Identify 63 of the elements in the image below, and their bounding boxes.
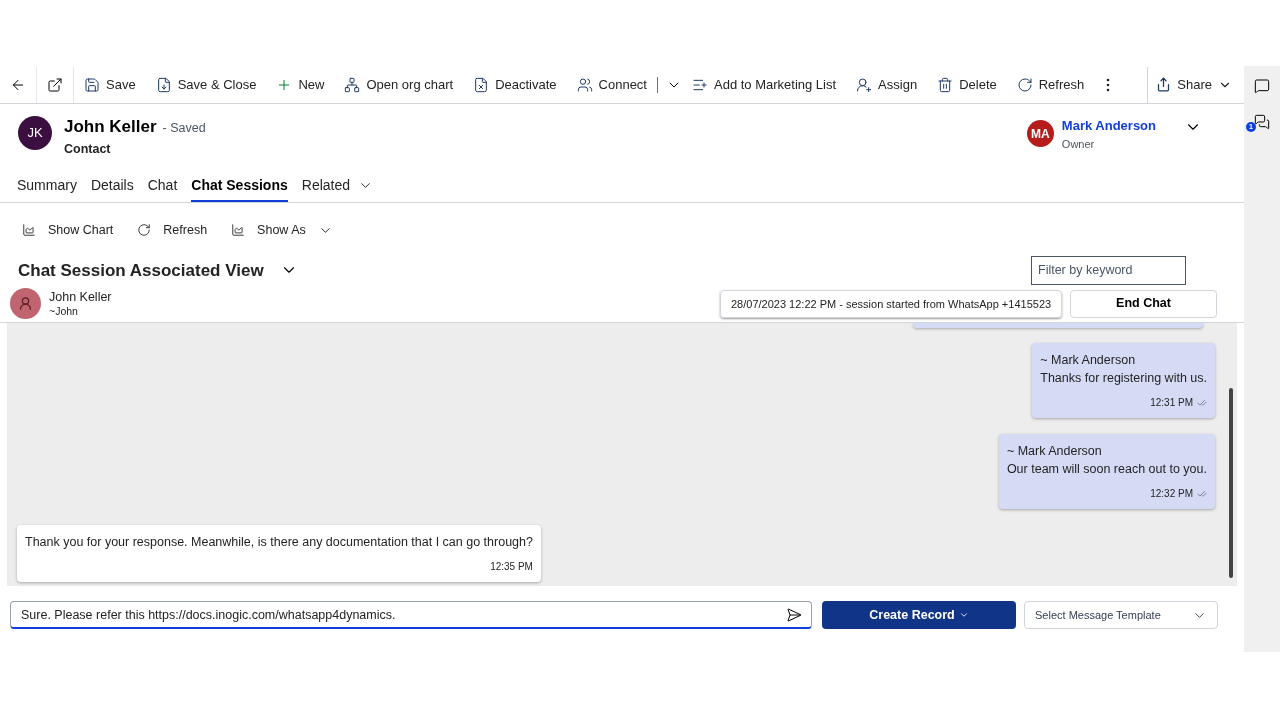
toolbar-button[interactable]: Save & Close <box>145 66 267 103</box>
filter-field[interactable]: Filter by keyword <box>1031 255 1186 285</box>
people-icon <box>576 76 593 93</box>
toolbar-button[interactable]: Delete <box>927 66 1007 103</box>
chat-icon[interactable] <box>1254 78 1270 94</box>
popout-icon <box>47 76 63 93</box>
owner-avatar: MA <box>1026 120 1054 147</box>
toolbar-button[interactable]: New <box>266 66 335 103</box>
person-icon <box>18 296 33 312</box>
toolbar-button[interactable]: Add to Marketing List <box>682 66 847 103</box>
tab[interactable]: Chat Sessions <box>191 170 288 203</box>
view-title: Chat Session Associated View <box>18 259 264 282</box>
message-input[interactable]: Sure. Please refer this https://docs.inogic.com/whatsapp4dynamics. <box>10 601 812 630</box>
toolbar-button[interactable]: Save <box>74 66 146 103</box>
tab[interactable]: Chat <box>147 170 178 203</box>
record-title: John Keller <box>64 116 157 138</box>
message-text: Thanks for registering with us. <box>1040 370 1207 388</box>
toolbar-button[interactable]: Connect <box>566 66 657 103</box>
message-time: 12:32 PM <box>1150 487 1193 502</box>
popout-button[interactable] <box>36 66 74 103</box>
tab[interactable]: Details <box>90 170 134 203</box>
contact-name: John Keller <box>49 289 112 304</box>
document-blocked-icon <box>473 76 490 93</box>
view-toolbar-button[interactable]: Show As <box>223 220 341 240</box>
save-close-icon <box>155 76 172 93</box>
owner-label: Owner <box>1061 136 1096 152</box>
person-add-icon <box>856 76 873 93</box>
chart-icon <box>22 223 36 238</box>
message-time: 12:31 PM <box>1150 396 1193 411</box>
toolbar-button[interactable]: Deactivate <box>463 66 567 103</box>
tab[interactable]: Summary <box>17 170 77 203</box>
trash-icon <box>937 76 954 93</box>
contact-handle: ~John <box>49 303 79 318</box>
owner-link[interactable]: Mark Anderson <box>1061 116 1156 136</box>
message-text: Our team will soon reach out to you. <box>1006 461 1207 479</box>
session-dropdown[interactable]: 28/07/2023 12:22 PM - session started from WhatsApp +1415523 <box>720 289 1062 318</box>
share-icon <box>1156 77 1172 92</box>
view-toolbar-button[interactable]: Show Chart <box>14 220 122 240</box>
save-status: - Saved <box>162 120 206 137</box>
template-dropdown[interactable]: Select Message Template <box>1024 601 1218 630</box>
send-icon[interactable] <box>786 607 802 624</box>
create-record-button[interactable]: Create Record <box>822 601 1016 630</box>
refresh-icon <box>137 223 152 238</box>
save-icon <box>84 76 100 93</box>
message-sender: ~ Mark Anderson <box>1006 443 1103 461</box>
view-toolbar-button[interactable]: Refresh <box>129 220 216 240</box>
org-chart-icon <box>344 76 361 93</box>
refresh-icon <box>1016 76 1033 93</box>
share-button[interactable]: Share <box>1156 74 1232 95</box>
record-type: Contact <box>64 140 112 158</box>
message-time: 12:35 PM <box>490 560 533 575</box>
message-text: Thank you for your response. Meanwhile, is there any documentation that I can go through? <box>25 534 533 552</box>
toolbar-button[interactable]: Refresh <box>1006 66 1095 103</box>
end-chat-button[interactable]: End Chat <box>1070 289 1217 318</box>
message-sender: ~ Mark Anderson <box>1040 352 1137 370</box>
tab[interactable]: Related <box>301 170 374 203</box>
conversation-icon[interactable] <box>1254 114 1270 130</box>
chart-icon <box>231 223 246 238</box>
record-avatar: JK <box>18 116 52 150</box>
more-icon <box>1106 77 1111 92</box>
toolbar-button[interactable]: Assign <box>846 66 928 103</box>
toolbar-button[interactable]: Open org chart <box>334 66 464 103</box>
scrollbar-thumb[interactable] <box>1229 388 1233 579</box>
